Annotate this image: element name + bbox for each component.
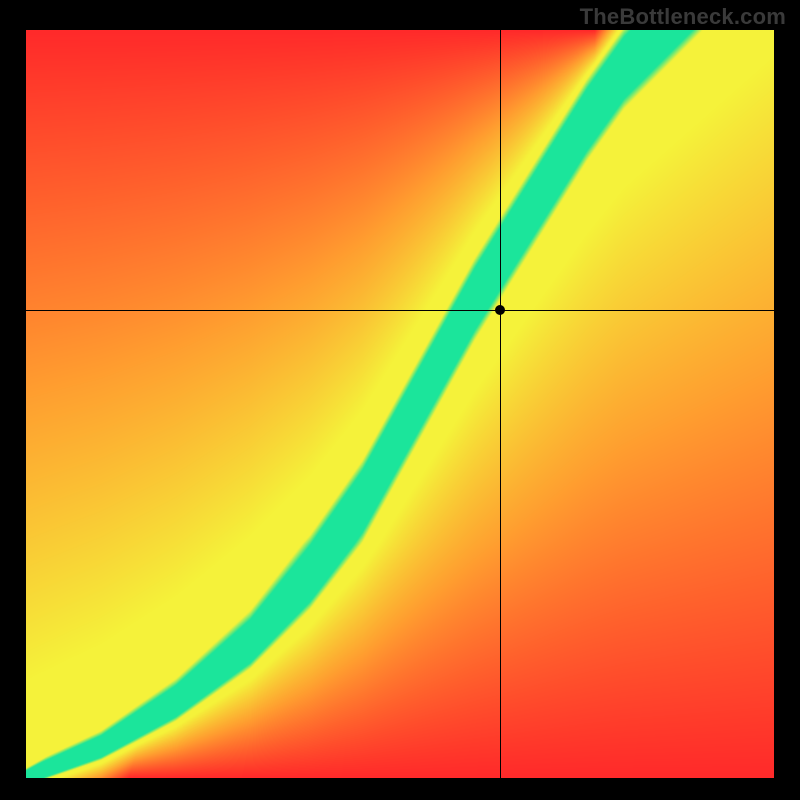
crosshair-vertical <box>500 30 501 778</box>
plot-area <box>26 30 774 778</box>
selection-marker <box>495 305 505 315</box>
crosshair-horizontal <box>26 310 774 311</box>
heatmap-canvas <box>26 30 774 778</box>
chart-frame: TheBottleneck.com <box>0 0 800 800</box>
watermark-text: TheBottleneck.com <box>580 4 786 30</box>
